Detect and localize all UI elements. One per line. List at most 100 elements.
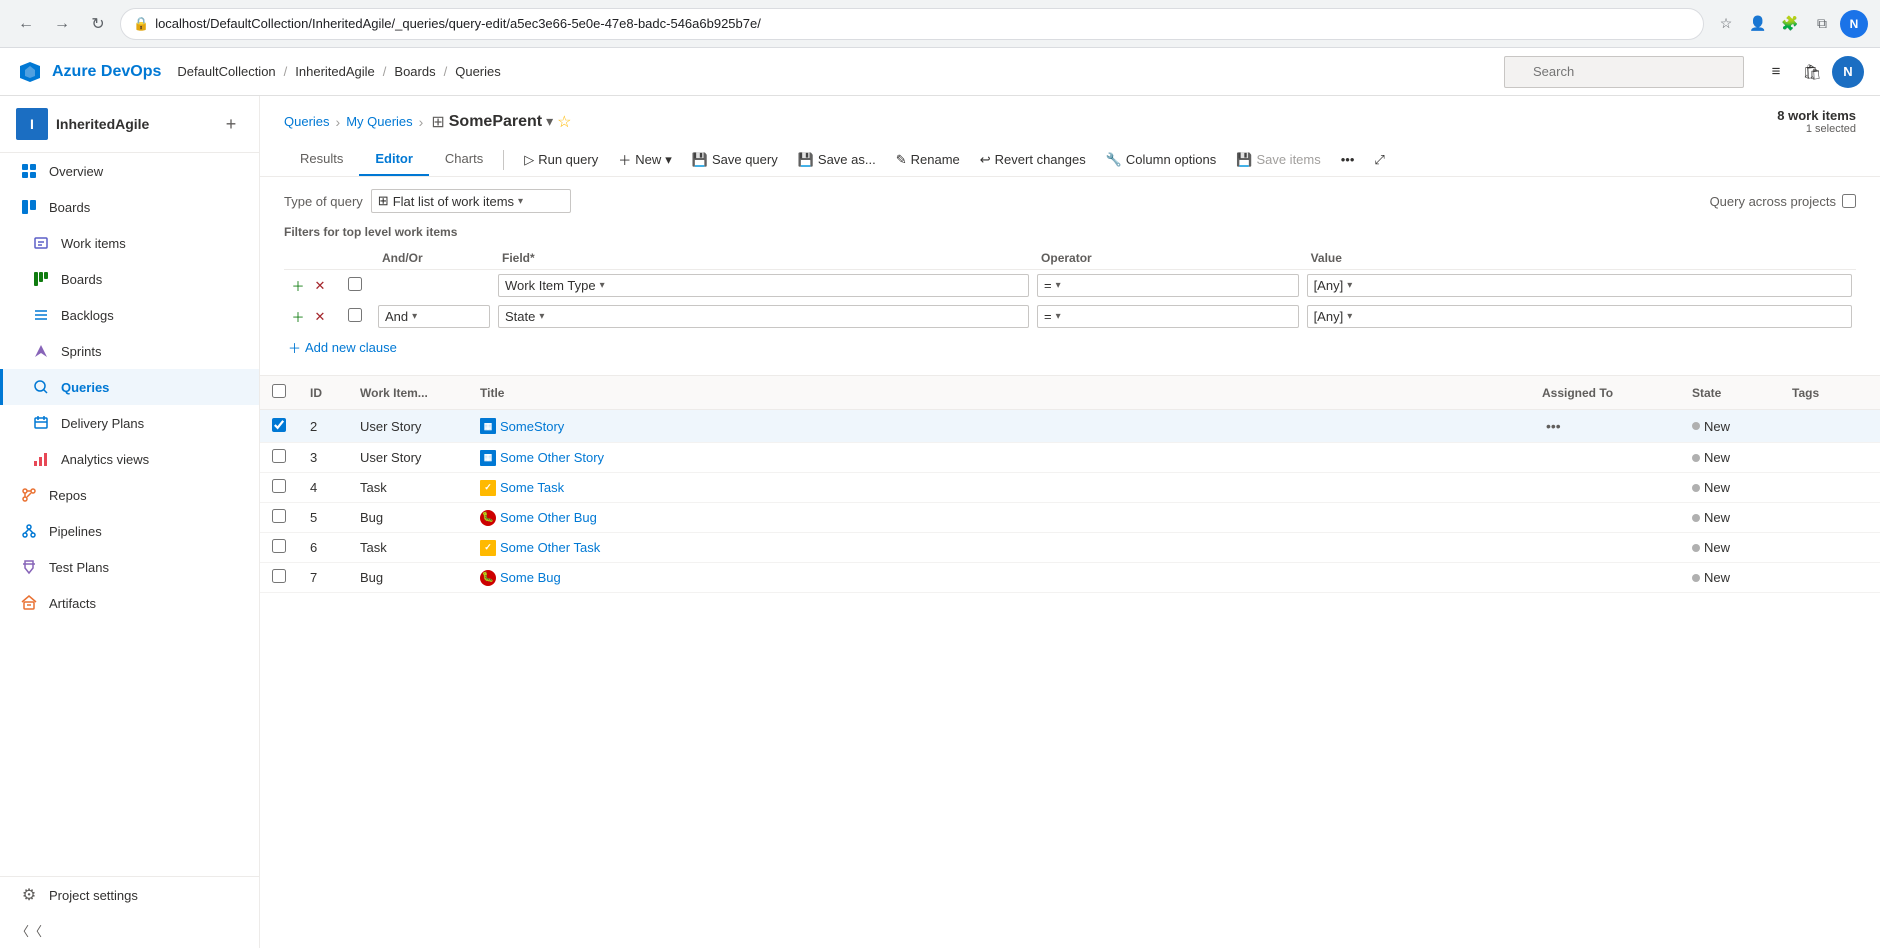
tab-charts[interactable]: Charts xyxy=(429,143,499,176)
browser-reload[interactable]: ↻ xyxy=(84,10,112,38)
boards-icon xyxy=(31,269,51,289)
top-nav-icons: ≡ 🛍 N xyxy=(1760,56,1864,88)
select-all-checkbox[interactable] xyxy=(272,384,286,398)
sidebar-item-projectsettings[interactable]: ⚙ Project settings xyxy=(0,877,259,913)
title-dropdown-button[interactable]: ▾ xyxy=(546,113,553,130)
favorite-star-button[interactable]: ☆ xyxy=(557,112,571,132)
sprints-icon xyxy=(31,341,51,361)
filter-value-dropdown[interactable]: [Any] ▾ xyxy=(1307,305,1852,328)
sidebar-item-testplans[interactable]: Test Plans xyxy=(0,549,259,585)
filter-row-checkbox[interactable] xyxy=(348,308,362,322)
new-button[interactable]: ＋ New ▾ xyxy=(610,146,680,173)
row-more-button[interactable]: ••• xyxy=(1542,416,1565,436)
filter-row: ＋ ✕ Work Item Type ▾ = ▾ [Any] ▾ xyxy=(284,270,1856,302)
sidebar-item-sprints[interactable]: Sprints xyxy=(0,333,259,369)
table-row[interactable]: 3 User Story ▦ Some Other Story ••• New xyxy=(260,443,1880,473)
browser-back[interactable]: ← xyxy=(12,10,40,38)
column-options-button[interactable]: 🔧 Column options xyxy=(1098,148,1225,172)
filter-operator-dropdown[interactable]: = ▾ xyxy=(1037,274,1299,297)
row-checkbox[interactable] xyxy=(272,418,286,432)
expand-button[interactable]: ⤢ xyxy=(1366,148,1392,172)
shopping-bag-icon[interactable]: 🛍 xyxy=(1796,56,1828,88)
sidebar-item-artifacts[interactable]: Artifacts xyxy=(0,585,259,621)
sidebar-item-backlogs[interactable]: Backlogs xyxy=(0,297,259,333)
sidebar-item-queries[interactable]: Queries xyxy=(0,369,259,405)
settings-icon[interactable]: ≡ xyxy=(1760,56,1792,88)
browser-forward[interactable]: → xyxy=(48,10,76,38)
breadcrumb-queries[interactable]: Queries xyxy=(455,64,501,79)
run-query-button[interactable]: ▷ Run query xyxy=(516,148,606,172)
sidebar-item-pipelines[interactable]: Pipelines xyxy=(0,513,259,549)
rename-button[interactable]: ✎ Rename xyxy=(888,148,968,172)
table-row[interactable]: 5 Bug 🐛 Some Other Bug ••• New xyxy=(260,503,1880,533)
revert-changes-button[interactable]: ↩ Revert changes xyxy=(972,148,1094,172)
breadcrumb-defaultcollection[interactable]: DefaultCollection xyxy=(177,64,275,79)
more-options-button[interactable]: ••• xyxy=(1333,148,1363,171)
cell-tags xyxy=(1780,533,1880,563)
profile-icon[interactable]: 👤 xyxy=(1744,10,1772,38)
table-row[interactable]: 4 Task ✓ Some Task ••• New xyxy=(260,473,1880,503)
save-query-button[interactable]: 💾 Save query xyxy=(684,148,786,172)
bookmark-icon[interactable]: ☆ xyxy=(1712,10,1740,38)
address-bar[interactable]: 🔒 localhost/DefaultCollection/InheritedA… xyxy=(120,8,1704,40)
work-item-link[interactable]: ✓ Some Task xyxy=(480,480,1518,496)
deliveryplans-icon xyxy=(31,413,51,433)
query-type-dropdown[interactable]: ⊞ Flat list of work items ▾ xyxy=(371,189,571,213)
breadcrumb-inheritedagile[interactable]: InheritedAgile xyxy=(295,64,375,79)
row-checkbox[interactable] xyxy=(272,539,286,553)
breadcrumb-myqueries-link[interactable]: My Queries xyxy=(346,114,412,129)
work-item-link[interactable]: 🐛 Some Other Bug xyxy=(480,510,1518,526)
filter-field-dropdown[interactable]: State ▾ xyxy=(498,305,1029,328)
user-avatar[interactable]: N xyxy=(1832,56,1864,88)
sidebar-item-overview[interactable]: Overview xyxy=(0,153,259,189)
sidebar-item-workitems[interactable]: Work items xyxy=(0,225,259,261)
query-across-checkbox[interactable] xyxy=(1842,194,1856,208)
table-row[interactable]: 2 User Story ▦ SomeStory ••• New xyxy=(260,410,1880,443)
sidebar-collapse-button[interactable]: 〈〈 xyxy=(0,913,259,948)
col-header-title: Title xyxy=(468,376,1530,410)
add-clause-button[interactable]: ＋ Add new clause xyxy=(284,332,401,363)
work-item-link[interactable]: ✓ Some Other Task xyxy=(480,540,1518,556)
filter-row-checkbox[interactable] xyxy=(348,277,362,291)
state-dot xyxy=(1692,514,1700,522)
work-item-link[interactable]: ▦ Some Other Story xyxy=(480,450,1518,466)
sidebar-item-analyticsviews[interactable]: Analytics views xyxy=(0,441,259,477)
filter-field-dropdown[interactable]: Work Item Type ▾ xyxy=(498,274,1029,297)
work-item-link[interactable]: 🐛 Some Bug xyxy=(480,570,1518,586)
filter-row: ＋ ✕ And ▾ State ▾ = ▾ [Any] xyxy=(284,301,1856,332)
save-as-button[interactable]: 💾 Save as... xyxy=(790,148,884,172)
filter-remove-button[interactable]: ✕ xyxy=(310,307,330,327)
filter-value-dropdown[interactable]: [Any] ▾ xyxy=(1307,274,1852,297)
window-icon[interactable]: ⧉ xyxy=(1808,10,1836,38)
sidebar-item-repos[interactable]: Repos xyxy=(0,477,259,513)
sidebar-item-boards-header[interactable]: Boards xyxy=(0,189,259,225)
tab-editor[interactable]: Editor xyxy=(359,143,429,176)
filter-add-button[interactable]: ＋ xyxy=(288,276,308,296)
collapse-icon: 〈〈 xyxy=(16,921,42,940)
search-input[interactable] xyxy=(1504,56,1744,88)
row-checkbox[interactable] xyxy=(272,479,286,493)
azure-devops-logo[interactable]: Azure DevOps xyxy=(16,58,161,86)
row-checkbox[interactable] xyxy=(272,449,286,463)
row-checkbox[interactable] xyxy=(272,569,286,583)
row-checkbox[interactable] xyxy=(272,509,286,523)
work-item-link[interactable]: ▦ SomeStory xyxy=(480,418,1518,434)
backlogs-icon xyxy=(31,305,51,325)
filter-andor-dropdown[interactable]: And ▾ xyxy=(378,305,490,328)
top-nav-breadcrumb: DefaultCollection / InheritedAgile / Boa… xyxy=(177,64,1488,79)
extension-icon[interactable]: 🧩 xyxy=(1776,10,1804,38)
sidebar-add-button[interactable]: + xyxy=(219,112,243,136)
breadcrumb-queries-link[interactable]: Queries xyxy=(284,114,330,129)
table-row[interactable]: 7 Bug 🐛 Some Bug ••• New xyxy=(260,563,1880,593)
breadcrumb-boards[interactable]: Boards xyxy=(394,64,435,79)
tab-results[interactable]: Results xyxy=(284,143,359,176)
user-avatar-browser[interactable]: N xyxy=(1840,10,1868,38)
filter-add-button[interactable]: ＋ xyxy=(288,307,308,327)
sidebar-item-boards[interactable]: Boards xyxy=(0,261,259,297)
sidebar-item-deliveryplans[interactable]: Delivery Plans xyxy=(0,405,259,441)
col-header-workitem-type: Work Item... xyxy=(348,376,468,410)
table-row[interactable]: 6 Task ✓ Some Other Task ••• New xyxy=(260,533,1880,563)
filter-operator-dropdown[interactable]: = ▾ xyxy=(1037,305,1299,328)
filter-remove-button[interactable]: ✕ xyxy=(310,276,330,296)
save-items-button[interactable]: 💾 Save items xyxy=(1228,148,1329,172)
